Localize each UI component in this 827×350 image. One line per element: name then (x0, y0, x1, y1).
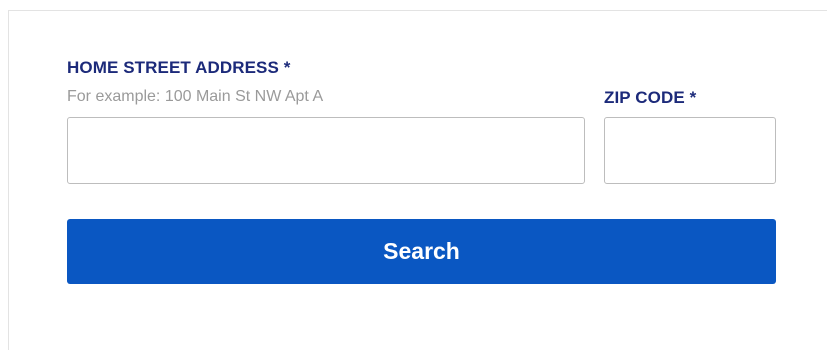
zip-code-input[interactable] (604, 117, 776, 184)
search-button[interactable]: Search (67, 219, 776, 284)
home-street-address-input[interactable] (67, 117, 585, 184)
home-street-address-label: HOME STREET ADDRESS * (67, 58, 291, 77)
zip-code-label: ZIP CODE * (604, 88, 697, 107)
address-example-hint: For example: 100 Main St NW Apt A (67, 88, 324, 105)
